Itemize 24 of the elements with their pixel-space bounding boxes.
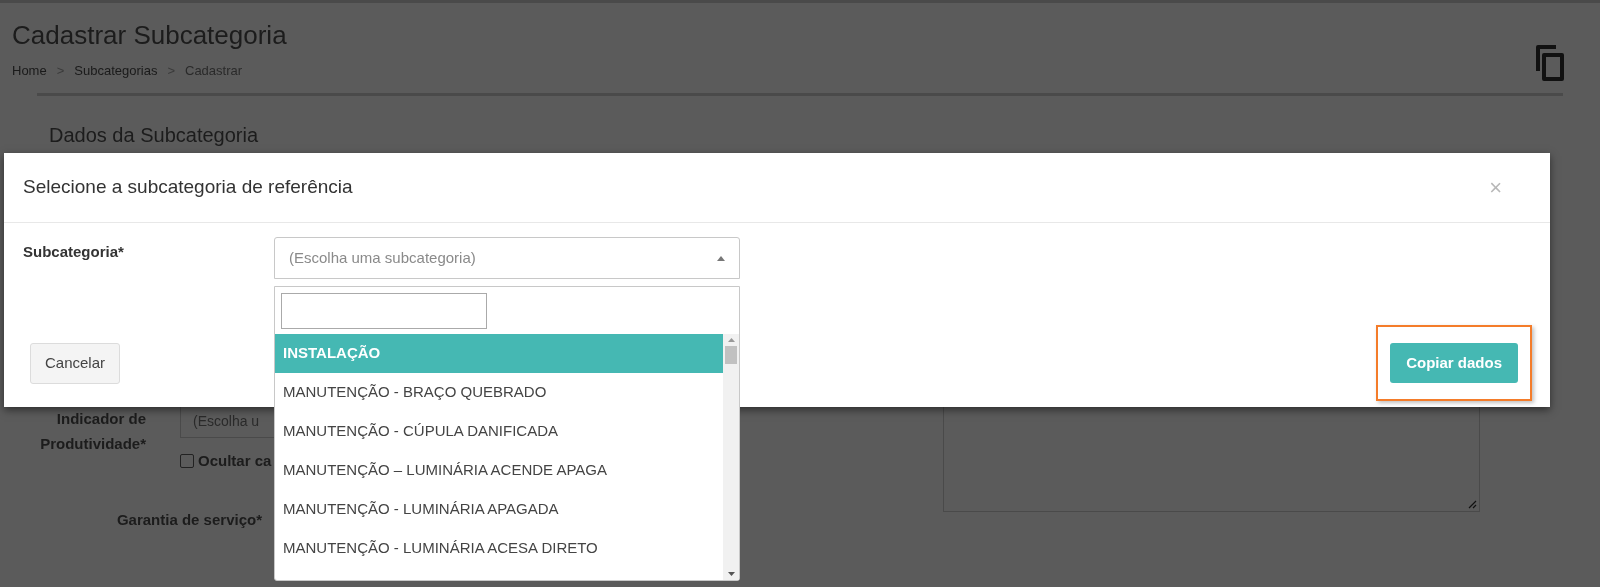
dropdown-option[interactable]: MANUTENÇÃO - LUMINÁRIA APAGADA bbox=[275, 490, 723, 529]
dropdown-option[interactable]: MANUTENÇÃO - CÚPULA DANIFICADA bbox=[275, 412, 723, 451]
section-title: Dados da Subcategoria bbox=[49, 124, 259, 146]
cancel-button[interactable]: Cancelar bbox=[30, 342, 121, 384]
modal-title: Selecione a subcategoria de referência bbox=[23, 175, 353, 200]
copy-icon[interactable] bbox=[1534, 45, 1566, 81]
field-label: Garantia de serviço* bbox=[115, 509, 262, 530]
dropdown-option[interactable]: MANUTENÇÃO – LUMINÁRIA ACENDE APAGA bbox=[275, 451, 723, 490]
scrollbar[interactable] bbox=[723, 334, 739, 580]
breadcrumb-separator: > bbox=[166, 62, 176, 80]
dropdown-option[interactable]: MANUTENÇÃO - BRAÇO QUEBRADO bbox=[275, 373, 723, 412]
dropdown-option[interactable]: MANUTENÇÃO - LUMINÁRIA ACESA DIRETO bbox=[275, 529, 723, 568]
breadcrumb-separator: > bbox=[55, 62, 66, 80]
field-label: Indicador de Produtividade* bbox=[40, 409, 146, 454]
checkbox[interactable] bbox=[180, 454, 194, 469]
scroll-down-icon[interactable] bbox=[727, 572, 735, 576]
scroll-thumb[interactable] bbox=[725, 346, 737, 364]
scroll-up-icon[interactable] bbox=[727, 338, 735, 342]
field-label: Subcategoria* bbox=[23, 242, 125, 262]
search-field[interactable] bbox=[281, 293, 487, 329]
checkbox-label: Ocultar ca bbox=[198, 451, 272, 471]
resize-icon[interactable] bbox=[1468, 500, 1477, 509]
page-title: Cadastrar Subcategoria bbox=[12, 19, 287, 52]
caret-icon bbox=[717, 255, 725, 261]
